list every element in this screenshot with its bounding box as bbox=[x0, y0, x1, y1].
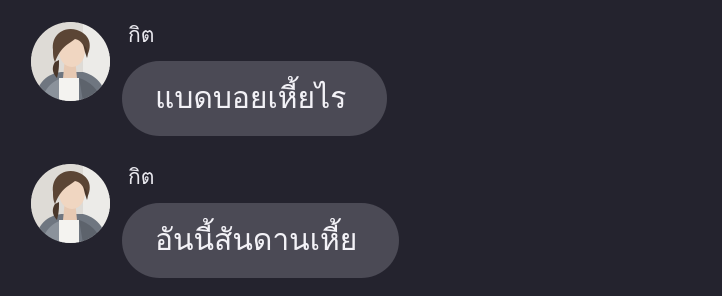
message-text: อันนี้สันดานเหี้ย bbox=[155, 222, 358, 258]
message-bubble[interactable]: อันนี้สันดานเหี้ย bbox=[122, 203, 399, 278]
sender-name: กิต bbox=[128, 23, 155, 47]
message-bubble[interactable]: แบดบอยเหี้ยไร bbox=[122, 61, 387, 136]
avatar[interactable] bbox=[31, 164, 110, 243]
message-group: กิต อันนี้สันดานเหี้ย bbox=[0, 142, 722, 282]
message-text: แบดบอยเหี้ยไร bbox=[155, 80, 347, 116]
profile-photo-icon bbox=[31, 22, 110, 101]
message-group: กิต แบดบอยเหี้ยไร bbox=[0, 0, 722, 140]
avatar[interactable] bbox=[31, 22, 110, 101]
sender-name: กิต bbox=[128, 165, 155, 189]
profile-photo-icon bbox=[31, 164, 110, 243]
